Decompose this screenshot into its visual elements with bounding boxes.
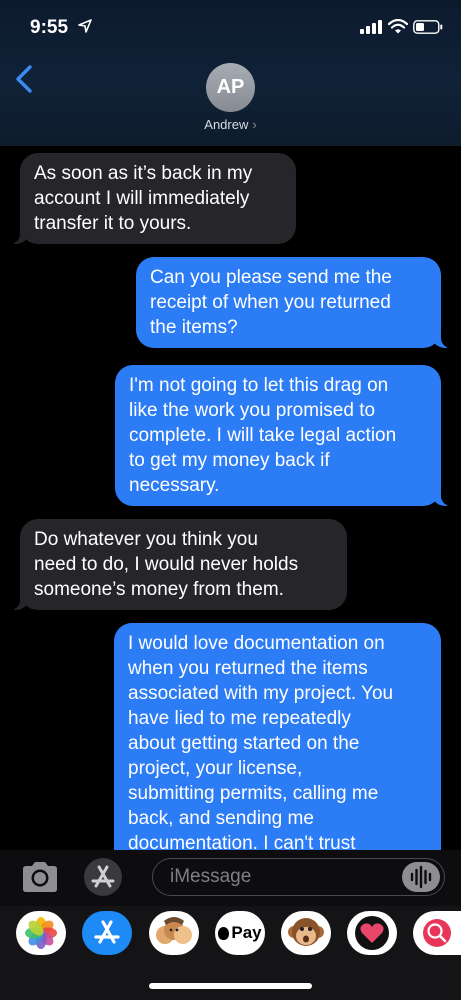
message-text: Can you please send me the receipt of wh… [150,267,392,338]
message-text: Do whatever you think you need to do, I … [34,529,299,600]
incoming-message-bubble[interactable]: Do whatever you think you need to do, I … [10,519,347,610]
cellular-signal-icon [360,20,382,34]
photos-icon [25,917,57,949]
status-time: 9:55 [30,17,69,38]
app-store-glyph-icon [94,920,120,944]
message-thread[interactable]: As soon as it’s back in my account I wil… [0,146,461,850]
incoming-message-bubble[interactable]: As soon as it’s back in my account I wil… [10,153,296,244]
outgoing-message-bubble[interactable]: Can you please send me the receipt of wh… [136,257,451,348]
apple-pay-label: Pay [231,923,262,942]
contact-name: Andrew [204,117,249,132]
chevron-right-icon: › [252,117,257,132]
photos-app-icon[interactable] [16,911,66,955]
wifi-icon [388,19,408,34]
web-search-app-icon[interactable] [413,911,461,955]
digital-touch-app-icon[interactable] [347,911,397,955]
apple-pay-app-icon[interactable]: Pay [215,911,265,955]
memoji-icon [156,917,192,944]
message-text: I would love documentation on when you r… [128,633,394,850]
heart-icon [355,916,389,950]
back-chevron-icon[interactable] [10,64,40,94]
home-indicator[interactable] [149,983,312,989]
contact-name-button[interactable]: Andrew › [0,117,461,132]
camera-icon[interactable] [20,860,60,894]
animoji-app-icon[interactable] [281,911,331,955]
app-store-app-icon[interactable] [82,911,132,955]
audio-record-button[interactable] [402,862,440,892]
waveform-icon [410,865,432,889]
app-store-button[interactable] [84,858,122,896]
contact-avatar[interactable]: AP [206,63,255,112]
app-store-icon [91,865,115,888]
globe-search-icon [423,919,451,947]
outgoing-message-bubble[interactable]: I'm not going to let this drag on like t… [115,365,451,506]
message-text: As soon as it’s back in my account I wil… [34,163,253,234]
outgoing-message-bubble[interactable]: I would love documentation on when you r… [114,623,441,850]
monkey-face-icon [288,918,324,946]
message-text: I'm not going to let this drag on like t… [129,375,397,496]
location-arrow-icon [78,19,92,33]
apple-logo-icon [218,927,230,940]
battery-icon [413,20,443,34]
memoji-app-icon[interactable] [149,911,199,955]
